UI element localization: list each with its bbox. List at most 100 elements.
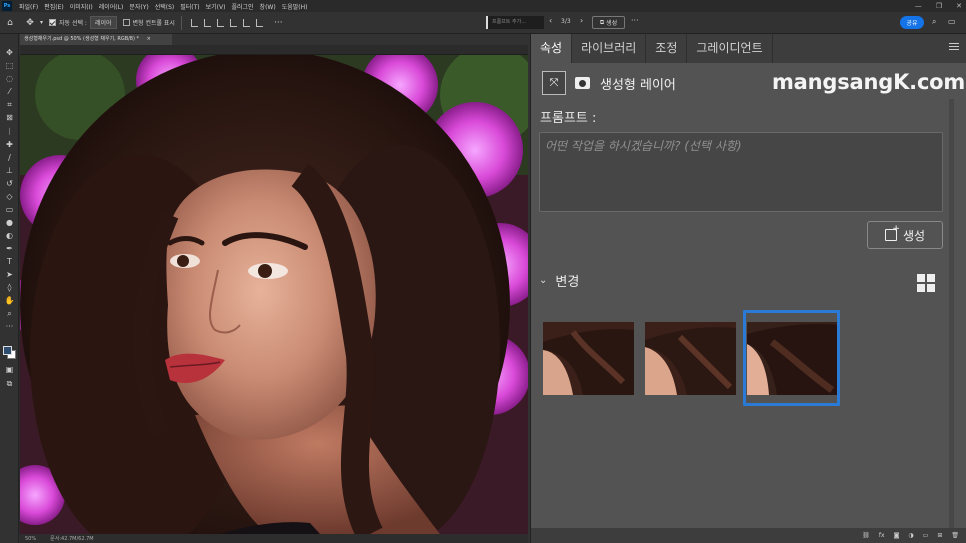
contextual-generate-button[interactable]: ⧉ 생성 <box>592 16 625 29</box>
menu-window[interactable]: 창(W) <box>257 2 279 11</box>
generate-icon <box>884 224 900 241</box>
eyedropper-icon[interactable]: ᛁ <box>4 126 15 137</box>
menu-view[interactable]: 보기(V) <box>203 2 229 11</box>
adjustment-icon[interactable]: ◑ <box>908 532 913 539</box>
menu-type[interactable]: 문자(Y) <box>126 2 151 11</box>
more-tools-icon[interactable]: ··· <box>4 321 15 332</box>
path-select-icon[interactable]: ➤ <box>4 269 15 280</box>
minimize-button[interactable]: — <box>915 2 922 10</box>
document-title: 생성형채우기.psd @ 50% (생성형 채우기, RGB/8) * <box>24 36 140 42</box>
contextual-more-button[interactable]: ··· <box>631 16 639 25</box>
shape-icon[interactable]: ◊ <box>4 282 15 293</box>
generate-small-icon: ⧉ <box>599 18 605 26</box>
auto-select-dropdown[interactable]: 레이어 <box>89 16 117 29</box>
tool-preset-chevron-icon[interactable]: ▾ <box>40 19 43 26</box>
menu-help[interactable]: 도움말(H) <box>279 2 311 11</box>
menu-plugins[interactable]: 플러그인 <box>228 2 256 11</box>
previous-variation-button[interactable]: ‹ <box>549 16 552 25</box>
frame-icon[interactable]: ⊠ <box>4 112 15 123</box>
dodge-icon[interactable]: ◐ <box>4 230 15 241</box>
menu-select[interactable]: 선택(S) <box>152 2 178 11</box>
tab-libraries[interactable]: 라이브러리 <box>572 34 647 63</box>
options-bar: ⌂ ✥ ▾ 자동 선택 : 레이어 변형 컨트롤 표시 ··· 프롬프트 추가.… <box>0 12 966 34</box>
menu-file[interactable]: 파일(F) <box>16 2 41 11</box>
type-icon[interactable]: T <box>4 256 15 267</box>
screen-mode-icon[interactable]: ⧉ <box>4 378 15 389</box>
align-right-icon[interactable] <box>216 18 224 27</box>
history-brush-icon[interactable]: ↺ <box>4 178 15 189</box>
properties-panel: 속성 라이브러리 조정 그레이디언트 ⤧ 생성형 레이어 mangsangK.c… <box>530 34 966 543</box>
more-options-button[interactable]: ··· <box>274 18 283 28</box>
gradient-icon[interactable]: ▭ <box>4 204 15 215</box>
menu-image[interactable]: 이미지(I) <box>67 2 96 11</box>
align-left-icon[interactable] <box>190 18 198 27</box>
fx-icon[interactable]: fx <box>879 532 885 539</box>
layer-mask-icon[interactable] <box>571 72 593 94</box>
align-top-icon[interactable] <box>229 18 237 27</box>
menu-layer[interactable]: 레이어(L) <box>96 2 127 11</box>
variation-thumbnail-1[interactable] <box>543 322 634 395</box>
variation-thumbnail-2[interactable] <box>645 322 736 395</box>
trash-icon[interactable]: 🗑 <box>951 532 959 539</box>
photoshop-logo: Ps <box>2 1 12 11</box>
align-center-icon[interactable] <box>203 18 211 27</box>
restore-button[interactable]: ❐ <box>936 2 942 10</box>
generative-layer-icon[interactable]: ⤧ <box>542 71 566 95</box>
selected-variation-highlight <box>743 310 840 406</box>
foreground-color-swatch[interactable] <box>3 346 12 355</box>
prompt-label: 프롬프트 : <box>540 111 597 126</box>
link-icon[interactable]: ⛓ <box>862 532 870 539</box>
share-button[interactable]: 공유 <box>900 16 924 29</box>
close-window-button[interactable]: ✕ <box>956 2 962 10</box>
tab-adjustments[interactable]: 조정 <box>646 34 688 63</box>
home-icon[interactable]: ⌂ <box>3 16 17 30</box>
move-tool-icon[interactable]: ✥ <box>23 16 37 30</box>
tab-gradients[interactable]: 그레이디언트 <box>687 34 773 63</box>
auto-select-label: 자동 선택 : <box>59 20 87 27</box>
transform-controls-checkbox[interactable] <box>122 19 130 26</box>
align-bottom-icon[interactable] <box>255 18 263 27</box>
separator <box>180 15 182 30</box>
document-tab[interactable]: 생성형채우기.psd @ 50% (생성형 채우기, RGB/8) * × <box>20 34 172 45</box>
hand-icon[interactable]: ✋ <box>4 295 15 306</box>
transform-controls-label: 변형 컨트롤 표시 <box>132 20 175 27</box>
quick-mask-icon[interactable]: ▣ <box>4 364 15 375</box>
close-document-icon[interactable]: × <box>147 36 151 42</box>
crop-icon[interactable]: ⌗ <box>4 99 15 110</box>
panel-tab-bar: 속성 라이브러리 조정 그레이디언트 <box>531 34 966 63</box>
brush-icon[interactable]: ∕ <box>4 152 15 163</box>
image-canvas[interactable] <box>20 55 528 534</box>
menu-edit[interactable]: 편집(E) <box>41 2 67 11</box>
window-controls: — ❐ ✕ <box>915 0 962 12</box>
chevron-down-icon[interactable]: ⌄ <box>539 275 547 286</box>
eraser-icon[interactable]: ◇ <box>4 191 15 202</box>
new-layer-icon[interactable]: ⊞ <box>937 532 942 539</box>
search-icon[interactable]: ⌕ <box>932 17 936 27</box>
panel-menu-icon[interactable] <box>949 43 959 53</box>
generate-button[interactable]: 생성 <box>867 221 943 249</box>
next-variation-button[interactable]: › <box>580 16 583 25</box>
contextual-generate-label: 생성 <box>606 20 618 27</box>
blur-icon[interactable]: ● <box>4 217 15 228</box>
contextual-prompt-input[interactable]: 프롬프트 추가... <box>486 16 544 29</box>
pen-icon[interactable]: ✒ <box>4 243 15 254</box>
variations-section-header[interactable]: ⌄ 변경 <box>539 271 579 290</box>
mask-add-icon[interactable]: ◙ <box>894 532 900 539</box>
zoom-level[interactable]: 50% <box>25 536 36 542</box>
move-icon[interactable]: ✥ <box>4 47 15 58</box>
marquee-icon[interactable]: ⬚ <box>4 60 15 71</box>
auto-select-checkbox[interactable] <box>49 19 57 26</box>
magic-wand-icon[interactable]: ⁄ <box>4 86 15 97</box>
lasso-icon[interactable]: ◌ <box>4 73 15 84</box>
align-middle-icon[interactable] <box>242 18 250 27</box>
healing-icon[interactable]: ✚ <box>4 139 15 150</box>
zoom-icon[interactable]: ⌕ <box>4 308 15 319</box>
workspace-icon[interactable]: ▭ <box>948 17 956 26</box>
menu-filter[interactable]: 필터(T) <box>177 2 202 11</box>
stamp-icon[interactable]: ⊥ <box>4 165 15 176</box>
panel-scrollbar[interactable] <box>949 99 954 539</box>
grid-view-icon[interactable] <box>917 274 935 292</box>
tab-properties[interactable]: 속성 <box>531 34 573 63</box>
folder-icon[interactable]: ▭ <box>923 532 929 539</box>
prompt-textarea[interactable]: 어떤 작업을 하시겠습니까? (선택 사항) <box>539 132 943 212</box>
